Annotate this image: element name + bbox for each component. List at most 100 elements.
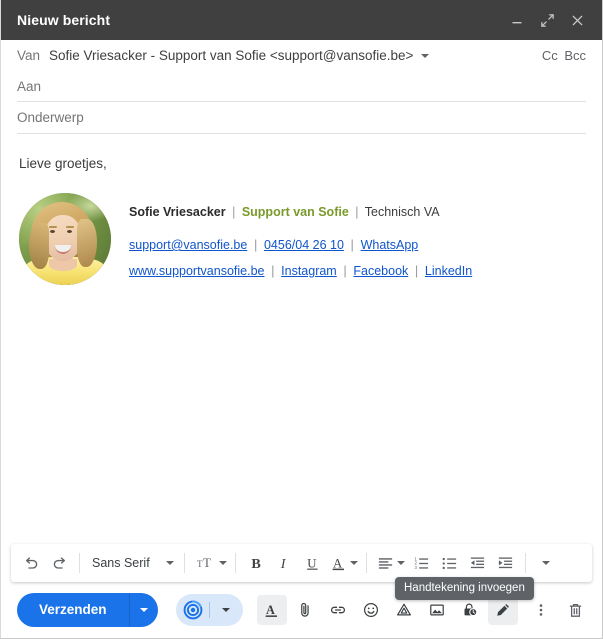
more-vertical-icon [539,604,543,616]
gemini-spark-icon [180,597,206,623]
insert-drive-icon [396,603,411,616]
window-controls [504,7,590,33]
align-chevron-down-icon [397,561,405,565]
attach-file-button[interactable] [290,595,320,625]
svg-text:I: I [279,556,286,572]
font-size-select[interactable]: T T [191,549,229,577]
avatar-eyebrow-left [49,226,57,228]
undo-button[interactable] [17,549,45,577]
signature-phone-link[interactable]: 0456/04 26 10 [264,238,344,252]
signature-separator-1: | [232,205,236,219]
svg-text:3: 3 [414,565,417,570]
recipient-fields: Van Sofie Vriesacker - Support van Sofie… [1,40,602,134]
to-field[interactable]: Aan [17,71,586,102]
underline-icon: U [306,556,318,570]
cc-button[interactable]: Cc [542,48,558,63]
align-button[interactable] [373,549,407,577]
avatar-eye-right [67,230,72,233]
avatar-eye-left [50,230,55,233]
signature-separator-7: | [414,263,419,278]
signature-email-link[interactable]: support@vansofie.be [129,238,247,252]
bold-icon: B [251,556,261,572]
send-options-button[interactable] [128,593,158,627]
numbered-list-button[interactable]: 123 [407,549,435,577]
italic-button[interactable]: I [270,549,298,577]
insert-emoji-button[interactable] [356,595,386,625]
font-size-icon: T T [197,555,211,570]
insert-signature-icon [496,603,509,616]
toolbar-divider-1 [79,553,80,573]
from-chevron-down-icon[interactable] [421,53,430,58]
signature-instagram-link[interactable]: Instagram [281,264,337,278]
signature-brand: Support van Sofie [241,205,349,219]
text-color-button[interactable]: A [326,549,360,577]
more-formatting-button[interactable] [532,549,560,577]
bcc-button[interactable]: Bcc [564,48,586,63]
from-label: Van [17,48,41,63]
svg-text:T: T [203,555,211,570]
attach-file-icon [300,602,309,617]
signature-linkedin-link[interactable]: LinkedIn [425,264,472,278]
more-formatting-chevron-down-icon [542,561,550,565]
svg-text:A: A [266,602,275,616]
send-group: Verzenden [17,593,158,627]
close-icon [572,15,582,25]
help-me-write-options-button[interactable] [213,597,239,623]
cc-bcc-group: Cc Bcc [542,48,586,63]
email-signature: Sofie Vriesacker | Support van Sofie | T… [17,193,586,285]
insert-link-button[interactable] [323,595,353,625]
align-left-icon [378,557,393,569]
minimize-button[interactable] [504,7,530,33]
signature-contact-line: support@vansofie.be | 0456/04 26 10 | Wh… [129,232,472,258]
formatting-options-icon: A [265,602,278,617]
bulleted-list-icon [442,557,456,569]
toolbar-divider-2 [184,553,185,573]
signature-separator-4: | [350,237,354,252]
signature-name-line: Sofie Vriesacker | Support van Sofie | T… [129,199,472,225]
signature-website-link[interactable]: www.supportvansofie.be [129,264,265,278]
page-title: Nieuw bericht [17,12,111,28]
from-value: Sofie Vriesacker - Support van Sofie <su… [49,48,414,63]
message-body[interactable]: Lieve groetjes, Sofie Vriesacker | Suppo… [1,134,602,544]
text-color-chevron-down-icon [350,561,358,565]
signature-name: Sofie Vriesacker [129,205,226,219]
subject-field[interactable]: Onderwerp [17,102,586,134]
outdent-icon [470,556,484,568]
insert-emoji-icon [363,603,378,617]
expand-button[interactable] [534,7,560,33]
bulleted-list-button[interactable] [435,549,463,577]
svg-text:B: B [251,556,261,572]
font-family-value: Sans Serif [92,556,150,570]
trash-icon [569,603,581,617]
to-placeholder: Aan [17,78,42,94]
toolbar-divider-3 [235,553,236,573]
send-button[interactable]: Verzenden [17,593,129,627]
redo-icon [53,556,65,569]
font-family-select[interactable]: Sans Serif [86,549,178,577]
signature-facebook-link[interactable]: Facebook [353,264,408,278]
indent-button[interactable] [491,549,519,577]
help-me-write-divider [208,602,210,618]
redo-button[interactable] [45,549,73,577]
from-row: Van Sofie Vriesacker - Support van Sofie… [17,40,586,71]
expand-icon [540,13,554,27]
svg-text:A: A [333,556,343,570]
indent-icon [498,556,512,568]
subject-placeholder: Onderwerp [17,110,84,125]
signature-separator-5: | [271,263,275,278]
outdent-button[interactable] [463,549,491,577]
avatar-eyebrow-right [66,226,74,228]
signature-whatsapp-link[interactable]: WhatsApp [361,238,419,252]
send-options-chevron-down-icon [139,608,148,612]
body-greeting: Lieve groetjes, [19,156,107,171]
help-me-write-group[interactable] [175,594,243,626]
close-button[interactable] [564,7,590,33]
bold-button[interactable]: B [242,549,270,577]
discard-draft-button[interactable] [560,595,590,625]
bottom-right-actions [526,595,590,625]
svg-text:T: T [197,559,203,569]
formatting-options-button[interactable]: A [256,595,287,625]
undo-icon [25,556,37,569]
underline-button[interactable]: U [298,549,326,577]
insert-photo-icon [429,604,444,616]
